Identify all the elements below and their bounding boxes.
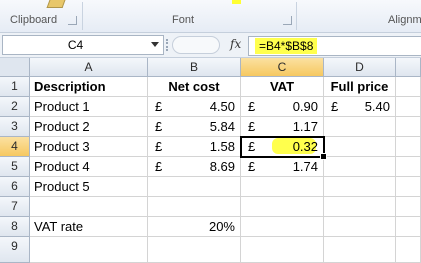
cell-a1[interactable]: Description [30, 77, 148, 97]
formula-bar: C4 fx =B4*$B$8 [0, 33, 421, 58]
cell-c8[interactable] [241, 217, 324, 237]
name-box-value: C4 [67, 38, 84, 52]
cell-e7[interactable] [396, 197, 421, 217]
cell-b4[interactable]: £1.58 [148, 137, 241, 157]
clipboard-launcher-icon[interactable] [68, 16, 77, 25]
row-header-8[interactable]: 8 [0, 217, 30, 237]
cell-b9[interactable] [148, 237, 241, 263]
cell-c3[interactable]: £1.17 [241, 117, 324, 137]
currency-symbol: £ [155, 99, 163, 114]
cell-d7[interactable] [324, 197, 396, 217]
cell-a4[interactable]: Product 3 [30, 137, 148, 157]
select-all-corner[interactable] [0, 58, 30, 77]
cell-e3[interactable] [396, 117, 421, 137]
cell-b3[interactable]: £5.84 [148, 117, 241, 137]
row-header-2[interactable]: 2 [0, 97, 30, 117]
currency-symbol: £ [155, 139, 163, 154]
column-header-a[interactable]: A [30, 58, 148, 77]
column-header-c[interactable]: C [241, 58, 324, 77]
formula-text: =B4*$B$8 [255, 38, 318, 54]
font-group-label: Font [172, 14, 195, 26]
cell-value: 0.90 [292, 99, 318, 114]
cell-c7[interactable] [241, 197, 324, 217]
chevron-down-icon[interactable] [151, 42, 159, 47]
cell-d5[interactable] [324, 157, 396, 177]
cell-d4[interactable] [324, 137, 396, 157]
cell-d2[interactable]: £5.40 [324, 97, 396, 117]
cell-c9[interactable] [241, 237, 324, 263]
cell-b7[interactable] [148, 197, 241, 217]
alignment-group-label: Alignm [388, 14, 421, 26]
cell-value: 1.17 [292, 119, 318, 134]
format-painter-icon[interactable] [46, 0, 66, 8]
ribbon: Clipboard Font Alignm [0, 0, 421, 33]
fill-handle[interactable] [320, 153, 327, 160]
currency-symbol: £ [248, 159, 256, 174]
cell-d6[interactable] [324, 177, 396, 197]
formula-controls [172, 36, 220, 54]
cell-a5[interactable]: Product 4 [30, 157, 148, 177]
cell-b6[interactable] [148, 177, 241, 197]
cell-d3[interactable] [324, 117, 396, 137]
cell-c5[interactable]: £1.74 [241, 157, 324, 177]
column-header-b[interactable]: B [148, 58, 241, 77]
row-header-5[interactable]: 5 [0, 157, 30, 177]
currency-symbol: £ [248, 99, 256, 114]
cell-c2[interactable]: £0.90 [241, 97, 324, 117]
column-header-d[interactable]: D [324, 58, 396, 77]
cell-b8[interactable]: 20% [148, 217, 241, 237]
cell-e4[interactable] [396, 137, 421, 157]
cell-e9[interactable] [396, 237, 421, 263]
cell-e6[interactable] [396, 177, 421, 197]
row-header-9[interactable]: 9 [0, 237, 30, 263]
cell-value: 1.58 [209, 139, 235, 154]
cell-a8[interactable]: VAT rate [30, 217, 148, 237]
cell-b1[interactable]: Net cost [148, 77, 241, 97]
cell-d1[interactable]: Full price [324, 77, 396, 97]
cell-d8[interactable] [324, 217, 396, 237]
cell-value: 4.50 [209, 99, 235, 114]
row-header-3[interactable]: 3 [0, 117, 30, 137]
cell-value: 1.74 [292, 159, 318, 174]
cell-a3[interactable]: Product 2 [30, 117, 148, 137]
cell-e1[interactable] [396, 77, 421, 97]
column-header-e[interactable] [396, 58, 421, 77]
highlight-color-icon[interactable] [232, 0, 241, 4]
formula-bar-resize-handle[interactable] [166, 39, 171, 51]
clipboard-group-label: Clipboard [10, 14, 58, 26]
formula-input[interactable]: =B4*$B$8 [248, 36, 421, 56]
cell-b5[interactable]: £8.69 [148, 157, 241, 177]
row-header-4[interactable]: 4 [0, 137, 30, 157]
cell-c6[interactable] [241, 177, 324, 197]
cell-d9[interactable] [324, 237, 396, 263]
currency-symbol: £ [331, 99, 339, 114]
cell-a2[interactable]: Product 1 [30, 97, 148, 117]
cell-c1[interactable]: VAT [241, 77, 324, 97]
cell-e2[interactable] [396, 97, 421, 117]
insert-function-icon[interactable]: fx [230, 37, 241, 51]
cell-value: 8.69 [209, 159, 235, 174]
group-divider [296, 2, 297, 30]
cell-e5[interactable] [396, 157, 421, 177]
row-header-6[interactable]: 6 [0, 177, 30, 197]
cell-value: 5.84 [209, 119, 235, 134]
row-header-7[interactable]: 7 [0, 197, 30, 217]
cell-b2[interactable]: £4.50 [148, 97, 241, 117]
currency-symbol: £ [155, 159, 163, 174]
active-cell-cursor [240, 136, 327, 160]
row-header-1[interactable]: 1 [0, 77, 30, 97]
currency-symbol: £ [248, 119, 256, 134]
font-launcher-icon[interactable] [283, 16, 292, 25]
cell-e8[interactable] [396, 217, 421, 237]
cell-a7[interactable] [30, 197, 148, 217]
cell-value: 5.40 [364, 99, 390, 114]
currency-symbol: £ [155, 119, 163, 134]
cell-a9[interactable] [30, 237, 148, 263]
name-box[interactable]: C4 [2, 35, 164, 55]
cell-a6[interactable]: Product 5 [30, 177, 148, 197]
group-divider [82, 2, 83, 30]
